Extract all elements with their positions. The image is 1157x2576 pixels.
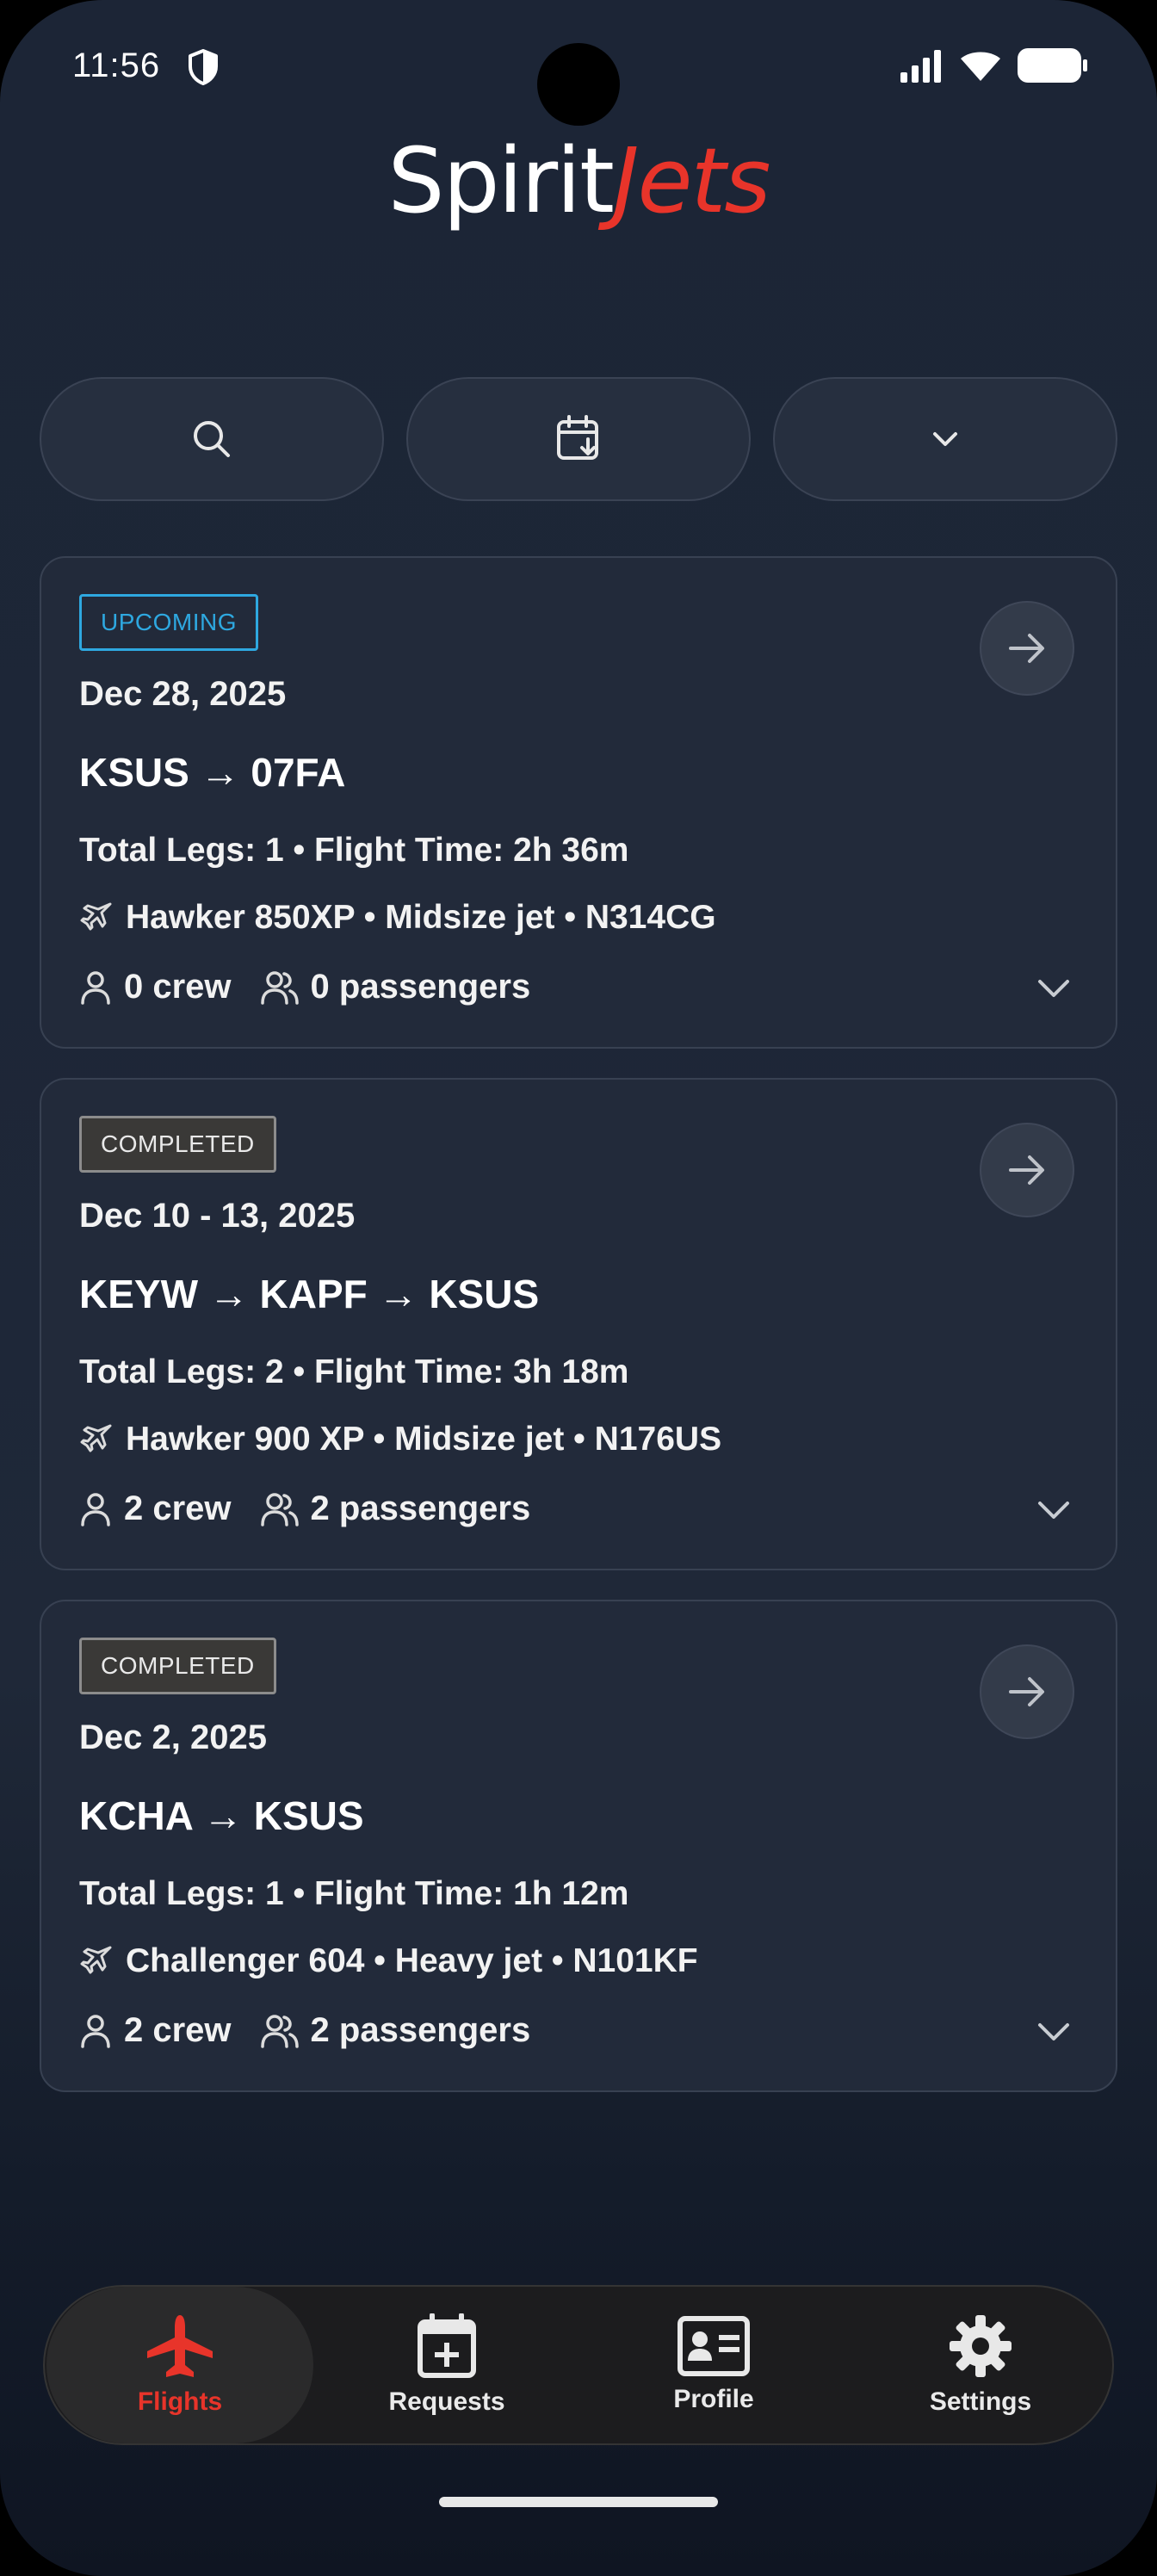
open-flight-button[interactable] (980, 601, 1074, 696)
home-indicator[interactable] (439, 2497, 718, 2507)
open-flight-button[interactable] (980, 1644, 1074, 1739)
status-badge: UPCOMING (79, 594, 258, 651)
flight-legs-time: Total Legs: 2 • Flight Time: 3h 18m (79, 1353, 629, 1390)
flight-date: Dec 10 - 13, 2025 (79, 1197, 356, 1235)
wifi-icon (961, 52, 1000, 81)
flight-route: KCHA → KSUS (79, 1793, 364, 1838)
chevron-down-icon (933, 432, 957, 446)
people-icon (260, 2014, 299, 2048)
expand-chevron-icon[interactable] (1035, 2015, 1073, 2049)
status-badge: COMPLETED (79, 1638, 276, 1694)
airplane-icon (147, 2315, 213, 2377)
battery-icon (1018, 48, 1087, 83)
crew-count: 0 crew (79, 968, 232, 1006)
people-icon (260, 1492, 299, 1526)
flight-legs-time: Total Legs: 1 • Flight Time: 1h 12m (79, 1875, 629, 1912)
person-icon (81, 1492, 110, 1526)
flight-card[interactable]: COMPLETED Dec 10 - 13, 2025 KEYW → KAPF … (40, 1078, 1117, 1570)
nav-label: Flights (137, 2387, 223, 2416)
calendar-icon (557, 415, 598, 460)
arrow-right-icon (1009, 1155, 1044, 1185)
signal-icon (900, 50, 941, 83)
flight-aircraft: Hawker 850XP • Midsize jet • N314CG (79, 899, 716, 937)
app-screen: 11:56 SpiritJets UPCOMING Dec 28, 2025 K… (0, 0, 1157, 2576)
flight-date: Dec 28, 2025 (79, 675, 287, 713)
passenger-count: 2 passengers (260, 1489, 531, 1528)
open-flight-button[interactable] (980, 1123, 1074, 1217)
crew-label: 2 crew (124, 1489, 232, 1527)
passengers-label: 2 passengers (310, 2011, 531, 2049)
id-card-icon (677, 2316, 750, 2376)
plane-icon (80, 1424, 112, 1452)
nav-label: Settings (929, 2387, 1032, 2416)
flight-aircraft: Challenger 604 • Heavy jet • N101KF (79, 1942, 698, 1980)
flight-people: 2 crew 2 passengers (79, 1489, 530, 1528)
flight-card[interactable]: COMPLETED Dec 2, 2025 KCHA → KSUS Total … (40, 1600, 1117, 2092)
person-icon (81, 2014, 110, 2048)
crew-count: 2 crew (79, 2011, 232, 2050)
crew-count: 2 crew (79, 1489, 232, 1528)
status-filter-dropdown[interactable] (773, 377, 1117, 501)
flight-date: Dec 2, 2025 (79, 1718, 267, 1756)
passengers-label: 2 passengers (310, 1489, 531, 1527)
crew-label: 0 crew (124, 968, 232, 1006)
nav-requests[interactable]: Requests (313, 2287, 580, 2443)
aircraft-details: Challenger 604 • Heavy jet • N101KF (126, 1942, 698, 1979)
flight-aircraft: Hawker 900 XP • Midsize jet • N176US (79, 1421, 721, 1458)
crew-label: 2 crew (124, 2011, 232, 2049)
aircraft-details: Hawker 900 XP • Midsize jet • N176US (126, 1421, 722, 1458)
plane-icon (80, 902, 112, 931)
flight-route: KSUS → 07FA (79, 750, 346, 795)
nav-flights[interactable]: Flights (46, 2287, 313, 2443)
nav-label: Requests (388, 2387, 505, 2416)
shield-icon (189, 49, 218, 85)
calendar-plus-icon (418, 2313, 476, 2378)
arrow-right-icon (1009, 1677, 1044, 1706)
flight-card[interactable]: UPCOMING Dec 28, 2025 KSUS → 07FA Total … (40, 556, 1117, 1049)
flight-route: KEYW → KAPF → KSUS (79, 1272, 540, 1316)
flight-legs-time: Total Legs: 1 • Flight Time: 2h 36m (79, 832, 629, 869)
gear-icon (950, 2315, 1012, 2377)
people-icon (260, 970, 299, 1005)
filter-bar (40, 377, 1117, 501)
aircraft-details: Hawker 850XP • Midsize jet • N314CG (126, 899, 716, 936)
status-badge: COMPLETED (79, 1116, 276, 1173)
date-filter-button[interactable] (406, 377, 751, 501)
arrow-right-icon (1009, 634, 1044, 663)
nav-label: Profile (673, 2385, 754, 2413)
logo-jets: Jets (612, 128, 771, 233)
flight-people: 0 crew 0 passengers (79, 968, 530, 1006)
camera-cutout (537, 43, 620, 126)
logo-spirit: Spirit (387, 128, 615, 233)
status-bar: 11:56 (0, 0, 1157, 138)
flight-people: 2 crew 2 passengers (79, 2011, 530, 2050)
plane-icon (80, 1946, 112, 1974)
nav-profile[interactable]: Profile (580, 2287, 847, 2443)
bottom-navigation: Flights Requests Profile Settings (43, 2285, 1114, 2445)
app-logo: SpiritJets (0, 129, 1157, 233)
passenger-count: 2 passengers (260, 2011, 531, 2050)
search-button[interactable] (40, 377, 384, 501)
person-icon (81, 970, 110, 1005)
status-time: 11:56 (72, 46, 161, 84)
passenger-count: 0 passengers (260, 968, 531, 1006)
passengers-label: 0 passengers (310, 968, 531, 1006)
status-indicators (899, 48, 1088, 83)
nav-settings[interactable]: Settings (847, 2287, 1114, 2443)
expand-chevron-icon[interactable] (1035, 971, 1073, 1006)
expand-chevron-icon[interactable] (1035, 1493, 1073, 1527)
search-icon (194, 421, 230, 457)
